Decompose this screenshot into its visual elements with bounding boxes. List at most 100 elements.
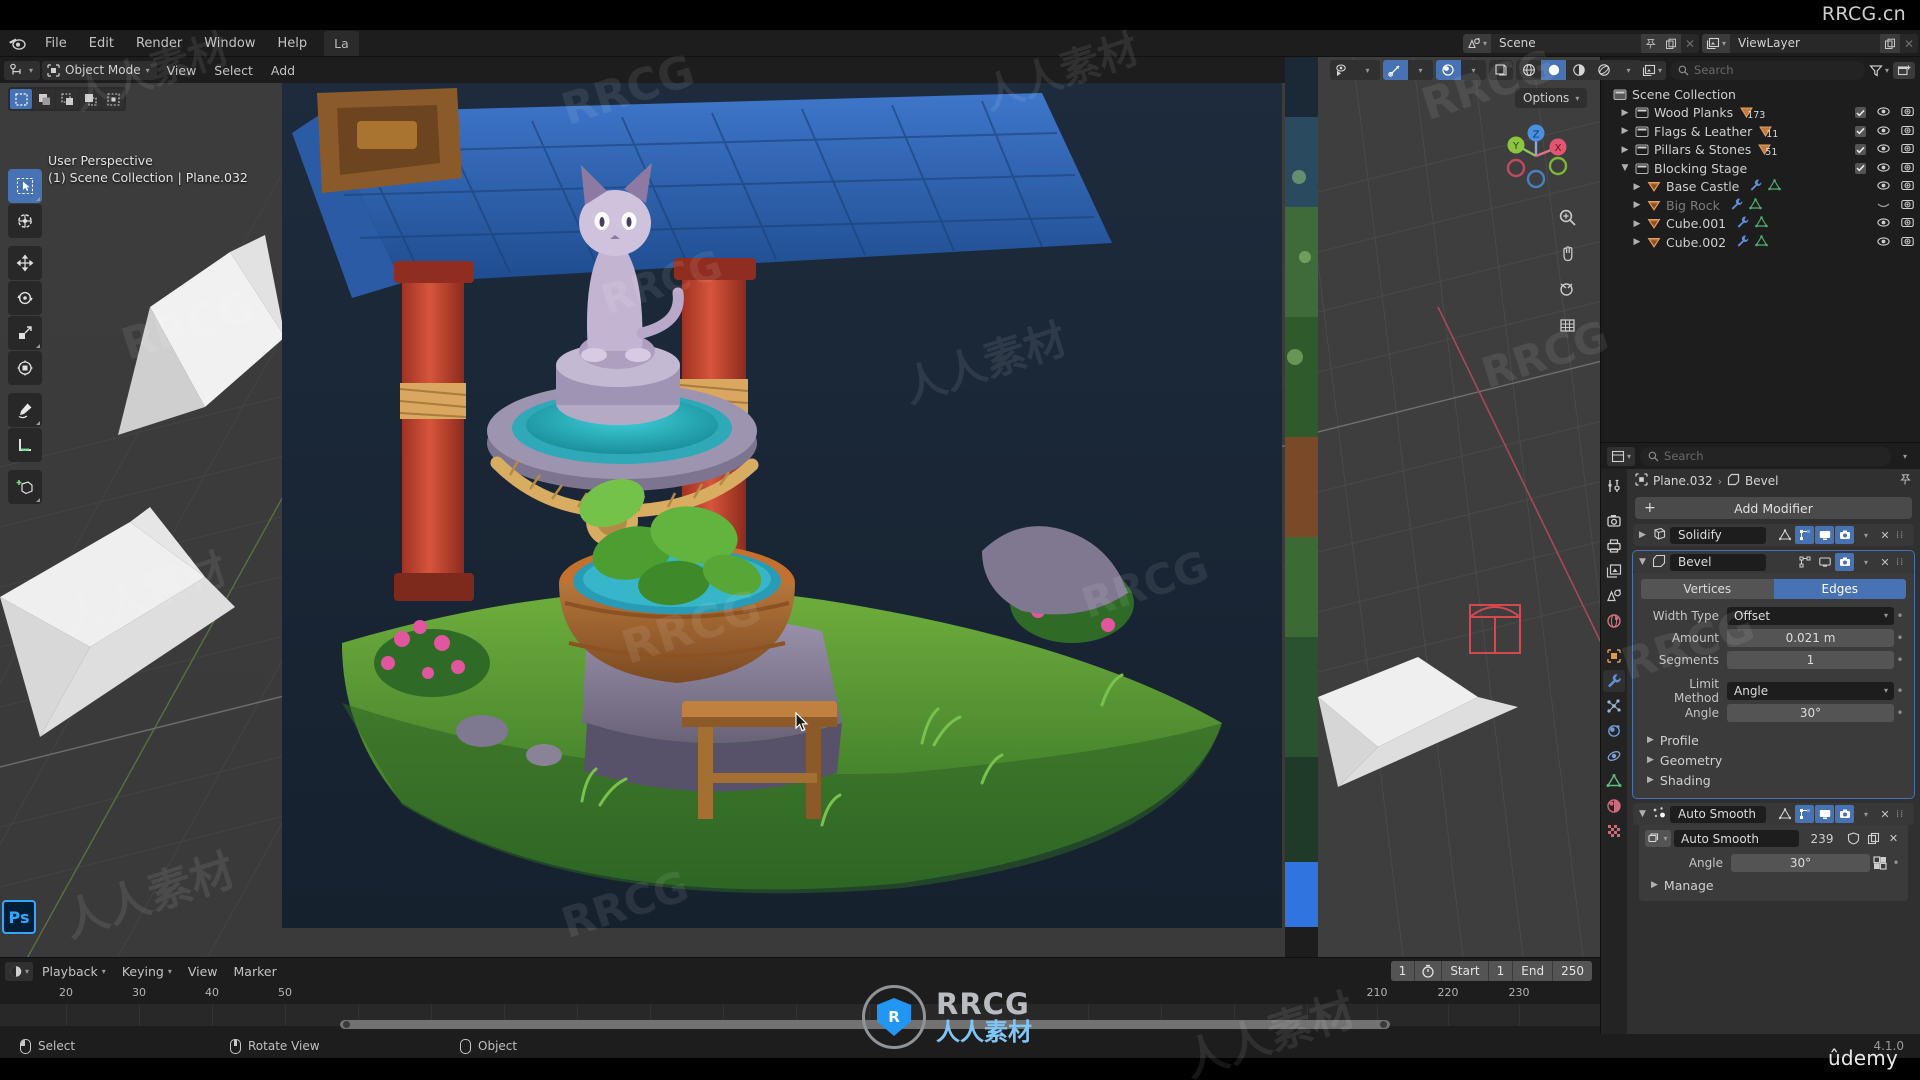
unlink-scene-icon[interactable]: ✕ — [1681, 34, 1699, 53]
scene-selector[interactable]: ▾ Scene ✕ — [1462, 34, 1699, 53]
expand-arrow-icon[interactable]: ▶ — [1637, 530, 1648, 540]
collapse-arrow-icon[interactable]: ▼ — [1637, 557, 1648, 567]
grip-dots-icon[interactable]: ⁞⁞ — [1896, 530, 1910, 541]
mesh-data-triangle-icon[interactable] — [1755, 216, 1768, 231]
render-icon[interactable] — [1835, 805, 1854, 823]
current-frame-field[interactable]: 1 — [1390, 961, 1416, 981]
modifier-wrench-icon[interactable] — [1736, 216, 1749, 231]
animate-dot-icon[interactable]: • — [1894, 631, 1906, 645]
viewlayer-name[interactable]: ViewLayer — [1730, 34, 1880, 53]
bevel-amount-field[interactable]: 0.021 m — [1727, 628, 1894, 647]
collapse-arrow-icon[interactable]: ▼ — [1637, 809, 1648, 819]
modifier-panel-auto-smooth[interactable]: ▼ Auto Smooth ▾ ✕ ⁞⁞ ▾ Auto Smooth 239 ✕… — [1633, 803, 1914, 901]
blender-logo-icon[interactable] — [0, 30, 34, 57]
camera-render-icon[interactable] — [1901, 161, 1914, 176]
modifier-tab[interactable] — [1603, 670, 1625, 692]
viewport-options-button[interactable]: Options ▾ — [1515, 88, 1588, 108]
grip-dots-icon[interactable]: ⁞⁞ — [1896, 557, 1910, 568]
on-cage-icon[interactable] — [1775, 526, 1794, 544]
mesh-data-triangle-icon[interactable] — [1768, 179, 1782, 194]
select-box-button[interactable] — [33, 89, 55, 109]
expand-arrow-icon[interactable]: ▶ — [1629, 200, 1645, 210]
camera-icon[interactable] — [1555, 277, 1579, 301]
render-tab[interactable] — [1603, 510, 1625, 532]
bevel-vertices-tab[interactable]: Vertices — [1641, 579, 1774, 599]
collection-exclude-checkbox[interactable] — [1855, 125, 1866, 137]
outliner-row[interactable]: ▶ Big Rock — [1601, 196, 1920, 215]
viewport-strip-secondary[interactable] — [1285, 57, 1318, 957]
mesh-data-triangle-icon[interactable] — [1749, 197, 1762, 213]
camera-render-icon[interactable] — [1901, 105, 1914, 120]
add-cube-tool[interactable] — [8, 470, 42, 504]
object-tab[interactable] — [1603, 645, 1625, 667]
annotate-tool[interactable] — [8, 393, 42, 427]
eye-open-icon[interactable] — [1877, 216, 1890, 231]
chevron-down-icon[interactable]: ▾ — [1616, 60, 1641, 80]
collection-exclude-checkbox[interactable] — [1855, 107, 1866, 119]
expand-arrow-icon[interactable]: ▶ — [1617, 126, 1633, 136]
animate-dot-icon[interactable]: • — [1894, 684, 1906, 698]
timeline-ruler[interactable]: 20 30 40 50 210 220 230 — [0, 984, 1600, 1004]
camera-render-icon[interactable] — [1901, 124, 1914, 139]
outliner-row[interactable]: ▼ Blocking Stage — [1601, 159, 1920, 178]
outliner-row[interactable]: ▶ Flags & Leather 11 — [1601, 122, 1920, 141]
remove-viewlayer-icon[interactable]: ✕ — [1900, 34, 1918, 53]
bevel-angle-field[interactable]: 30° — [1727, 703, 1894, 722]
attribute-toggle-icon[interactable] — [1870, 855, 1890, 870]
properties-editor-type-icon[interactable]: ▾ — [1607, 446, 1636, 466]
modifier-header-auto-smooth[interactable]: ▼ Auto Smooth ▾ ✕ ⁞⁞ — [1633, 803, 1914, 825]
outliner-search-input[interactable]: Search — [1670, 60, 1865, 80]
object-visibility-group[interactable]: ▾ — [1330, 60, 1380, 80]
add-modifier-button[interactable]: + Add Modifier — [1635, 497, 1912, 519]
modifier-close-icon[interactable]: ✕ — [1878, 529, 1892, 542]
modifier-close-icon[interactable]: ✕ — [1878, 556, 1892, 569]
eye-closed-icon[interactable] — [1877, 198, 1890, 213]
timeline-editor[interactable]: ▾ Playback ▾ Keying ▾ View Marker 1 Star… — [0, 957, 1600, 1034]
expand-arrow-icon[interactable]: ▶ — [1629, 237, 1645, 247]
expand-arrow-icon[interactable]: ▶ — [1629, 182, 1645, 192]
bevel-width-type-dropdown[interactable]: Offset ▾ — [1727, 606, 1894, 625]
node-group-browse-icon[interactable]: ▾ — [1645, 830, 1671, 847]
chevron-down-icon[interactable]: ▾ — [1408, 60, 1433, 80]
viewlayer-selector[interactable]: ▾ ViewLayer ✕ — [1701, 34, 1918, 53]
outliner-row[interactable]: ▶ Wood Planks 173 — [1601, 104, 1920, 123]
pan-icon[interactable] — [1555, 241, 1579, 265]
camera-render-icon[interactable] — [1901, 198, 1914, 213]
editor-type-icon[interactable]: ▾ — [4, 60, 41, 80]
measure-tool[interactable] — [8, 428, 42, 462]
properties-editor[interactable]: ▾ Search ▾ Plane.032 › Bevel + Add Modif… — [1600, 442, 1920, 1034]
realtime-icon[interactable] — [1815, 526, 1834, 544]
modifier-header-solidify[interactable]: ▶ Solidify ▾ ✕ ⁞⁞ — [1633, 524, 1914, 546]
xray-icon[interactable] — [1489, 60, 1513, 80]
physics-tab[interactable] — [1603, 720, 1625, 742]
camera-render-icon[interactable] — [1901, 142, 1914, 157]
select-tweak-button[interactable] — [10, 89, 32, 109]
modifier-dropdown-icon[interactable]: ▾ — [1858, 531, 1874, 540]
record-stopwatch-icon[interactable] — [1415, 961, 1443, 981]
properties-options-chevron[interactable]: ▾ — [1896, 452, 1914, 461]
modifier-panel-bevel[interactable]: ▼ Bevel ▾ ✕ ⁞⁞ Vertices Edges Width Type… — [1632, 550, 1915, 799]
zoom-icon[interactable] — [1555, 205, 1579, 229]
chevron-down-icon[interactable]: ▾ — [1461, 60, 1486, 80]
tool-tab[interactable] — [1603, 475, 1625, 497]
fake-user-shield-icon[interactable] — [1845, 830, 1862, 847]
scrollbar-handle-right[interactable] — [1380, 1021, 1387, 1028]
scrollbar-handle-left[interactable] — [343, 1021, 350, 1028]
scene-icon[interactable]: ▾ — [1462, 34, 1491, 53]
bevel-subpanel-profile[interactable]: ▶ Profile — [1641, 730, 1906, 750]
on-cage-icon[interactable] — [1775, 805, 1794, 823]
realtime-icon[interactable] — [1815, 553, 1834, 571]
duplicate-icon[interactable] — [1865, 830, 1882, 847]
filter-icon[interactable]: ▾ — [1869, 64, 1889, 77]
tweak-tool[interactable] — [8, 169, 42, 203]
menu-file[interactable]: File — [34, 32, 78, 55]
eye-open-icon[interactable] — [1877, 179, 1890, 194]
realtime-icon[interactable] — [1815, 805, 1834, 823]
menu-window[interactable]: Window — [193, 32, 266, 55]
viewport-menu-add[interactable]: Add — [263, 60, 303, 81]
move-tool[interactable] — [8, 246, 42, 280]
animate-dot-icon[interactable]: • — [1894, 706, 1906, 720]
rotate-tool[interactable] — [8, 281, 42, 315]
timeline-editor-type-icon[interactable]: ▾ — [5, 961, 34, 981]
viewport-menu-view[interactable]: View — [159, 60, 205, 81]
